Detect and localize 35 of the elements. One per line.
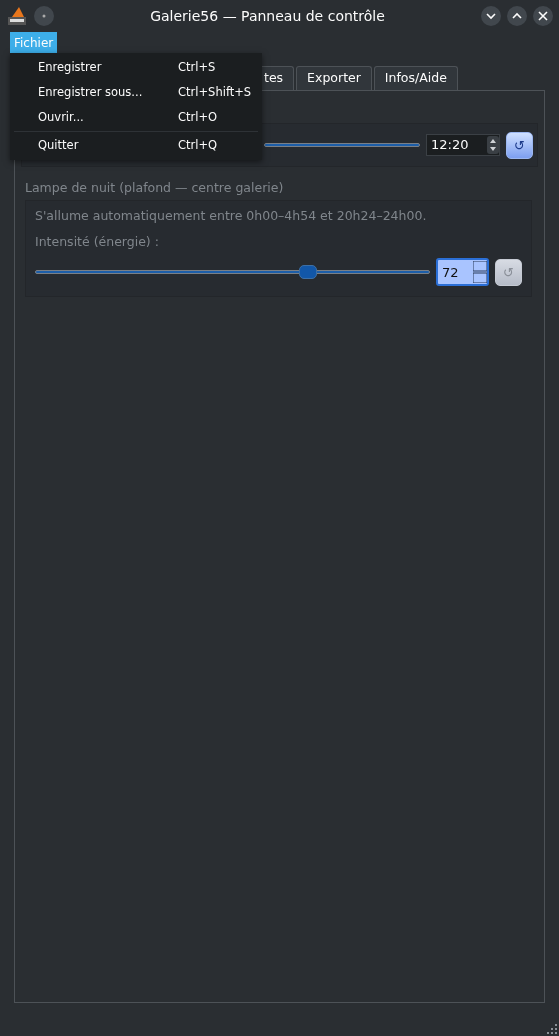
- shortcut-text: Ctrl+S: [178, 58, 216, 76]
- chevron-up-icon: [512, 11, 522, 21]
- menu-entry[interactable]: Quitter Ctrl+Q: [10, 133, 262, 158]
- menu-entry-label: Ouvrir...: [38, 108, 85, 126]
- intensity-label: Intensité (énergie) :: [35, 232, 160, 251]
- group-title: Lampe de nuit (plafond — centre galerie): [25, 179, 285, 197]
- tab[interactable]: tes: [262, 66, 295, 90]
- menu-entry-label: Quitter: [38, 136, 80, 154]
- reset-button[interactable]: ↺: [506, 131, 533, 159]
- minimize-button[interactable]: [481, 6, 501, 26]
- menu-entry[interactable]: Enregistrer Ctrl+S: [10, 55, 262, 80]
- tab[interactable]: Exporter: [296, 66, 372, 90]
- app-icon: [6, 5, 28, 27]
- time-field[interactable]: 12:20: [426, 134, 500, 156]
- slider-track[interactable]: [264, 143, 420, 147]
- time-value: 12:20: [431, 136, 469, 155]
- close-button[interactable]: [533, 6, 553, 26]
- shortcut-text: Ctrl+O: [178, 108, 218, 126]
- window-title: Galerie56 — Panneau de contrôle: [149, 6, 386, 26]
- resize-grip-icon[interactable]: [545, 1022, 557, 1034]
- menu-entry[interactable]: Enregistrer sous... Ctrl+Shift+S: [10, 80, 262, 105]
- dot-icon: [42, 14, 46, 18]
- close-icon: [538, 11, 548, 21]
- maximize-button[interactable]: [507, 6, 527, 26]
- shortcut-text: Ctrl+Q: [178, 136, 218, 154]
- menu-entry[interactable]: Ouvrir... Ctrl+O: [10, 105, 262, 130]
- shortcut-text: Ctrl+Shift+S: [178, 83, 252, 101]
- chevron-down-icon: [486, 11, 496, 21]
- tab[interactable]: Infos/Aide: [373, 66, 458, 90]
- menu-entry-label: Enregistrer: [38, 58, 103, 76]
- intensity-value: 72: [442, 263, 459, 282]
- menu-entry-label: Enregistrer sous...: [38, 83, 144, 101]
- description-text: S'allume automatiquement entre 0h00–4h54 et 20h24–24h00.: [35, 206, 428, 225]
- slider-track[interactable]: [35, 270, 430, 275]
- window-menu-button[interactable]: [34, 6, 54, 26]
